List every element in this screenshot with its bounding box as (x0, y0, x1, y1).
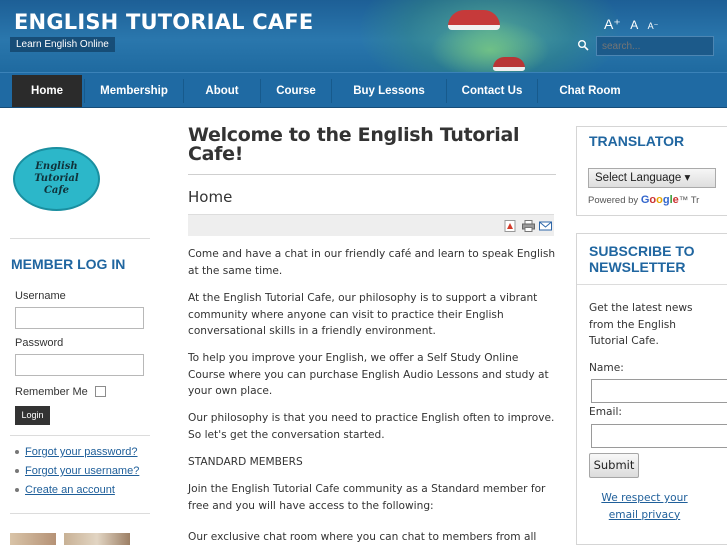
article-title: Home (188, 188, 233, 206)
article-heading: STANDARD MEMBERS (188, 456, 303, 468)
list-item: Forgot your password? (15, 446, 138, 458)
password-input[interactable] (15, 354, 144, 376)
google-logo[interactable]: Google (641, 194, 679, 206)
newsletter-heading-line: SUBSCRIBE TO (589, 243, 695, 259)
subscribe-submit-button[interactable]: Submit (589, 453, 639, 478)
nav-about[interactable]: About (185, 75, 259, 107)
page: ENGLISH TUTORIAL CAFE Learn English Onli… (0, 0, 727, 545)
language-select[interactable]: Select Language ▾ (588, 168, 716, 188)
email-label: Email: (589, 406, 622, 418)
nav-divider (446, 79, 447, 103)
newsletter-heading-line: NEWSLETTER (589, 259, 686, 275)
privacy-link[interactable]: email privacy (609, 509, 680, 521)
site-header: ENGLISH TUTORIAL CAFE Learn English Onli… (0, 0, 727, 72)
nav-divider (331, 79, 332, 103)
nav-home[interactable]: Home (12, 75, 82, 107)
main-nav: Home Membership About Course Buy Lessons… (0, 72, 727, 108)
divider (577, 284, 727, 285)
site-title[interactable]: ENGLISH TUTORIAL CAFE (14, 10, 313, 34)
logo-wordmark: English Tutorial Cafe (15, 161, 98, 197)
newsletter-email-input[interactable] (591, 424, 727, 448)
promo-photo[interactable] (64, 533, 130, 545)
email-icon[interactable] (539, 220, 552, 232)
nav-divider (260, 79, 261, 103)
powered-by-label: Powered by (588, 195, 639, 206)
print-icon[interactable] (522, 220, 535, 232)
login-heading: MEMBER LOG IN (11, 256, 126, 272)
forgot-password-link[interactable]: Forgot your password? (25, 446, 138, 458)
article-toolbar (188, 214, 554, 236)
nav-contact-us[interactable]: Contact Us (448, 75, 536, 107)
search-icon[interactable] (577, 39, 589, 51)
chevron-down-icon: ▾ (684, 172, 691, 184)
remember-me-label: Remember Me (15, 386, 88, 398)
font-increase-button[interactable]: A⁺ (604, 16, 621, 33)
google-translate-suffix: ™ Tr (678, 195, 700, 206)
nav-divider (183, 79, 184, 103)
cafe-logo[interactable]: English Tutorial Cafe (11, 134, 102, 224)
bullet-icon (15, 469, 19, 474)
bullet-icon (15, 450, 19, 455)
search-input[interactable] (596, 36, 714, 56)
privacy-link-block: We respect your email privacy (576, 490, 713, 523)
login-button[interactable]: Login (15, 406, 50, 425)
nav-divider (537, 79, 538, 103)
logo-text-line: Tutorial (34, 173, 79, 184)
article-paragraph: Our philosophy is that you need to pract… (188, 412, 555, 441)
create-account-link[interactable]: Create an account (25, 484, 115, 496)
divider (10, 238, 150, 239)
name-label: Name: (589, 362, 624, 374)
newsletter-heading: SUBSCRIBE TO NEWSLETTER (589, 243, 695, 275)
translator-heading: TRANSLATOR (589, 133, 685, 149)
list-item: Forgot your username? (15, 465, 139, 477)
santa-hat-graphic (448, 10, 500, 30)
divider (188, 174, 556, 175)
left-sidebar: English Tutorial Cafe MEMBER LOG IN User… (0, 108, 160, 545)
logo-text-line: Cafe (43, 185, 70, 196)
article-paragraph: To help you improve your English, we off… (188, 352, 549, 397)
nav-divider (84, 79, 85, 103)
font-size-controls: A⁺ A A⁻ (604, 16, 663, 34)
pdf-icon[interactable] (504, 220, 517, 232)
username-input[interactable] (15, 307, 144, 329)
santa-hat-graphic-small (493, 57, 525, 71)
newsletter-name-input[interactable] (591, 379, 727, 403)
username-label: Username (15, 290, 66, 302)
nav-membership[interactable]: Membership (86, 75, 182, 107)
article-paragraph: At the English Tutorial Cafe, our philos… (188, 292, 538, 337)
language-select-value: Select Language (595, 172, 682, 184)
remember-me-checkbox[interactable] (95, 386, 106, 397)
main-content: Welcome to the English Tutorial Cafe! Ho… (188, 108, 556, 545)
page-title: Welcome to the English Tutorial Cafe! (188, 124, 520, 165)
bullet-icon (15, 488, 19, 493)
font-reset-button[interactable]: A (630, 18, 638, 32)
nav-buy-lessons[interactable]: Buy Lessons (333, 75, 445, 107)
forgot-username-link[interactable]: Forgot your username? (25, 465, 139, 477)
divider (10, 435, 150, 436)
logo-badge: English Tutorial Cafe (13, 147, 100, 211)
powered-by-google: Powered by Google™ Tr (588, 194, 699, 206)
right-sidebar: TRANSLATOR Select Language ▾ Powered by … (576, 108, 727, 545)
promo-photo[interactable] (10, 533, 56, 545)
article-paragraph: Our exclusive chat room where you can ch… (188, 531, 537, 543)
password-label: Password (15, 337, 64, 349)
article-paragraph: Join the English Tutorial Cafe community… (188, 483, 546, 512)
font-decrease-button[interactable]: A⁻ (648, 21, 659, 32)
site-tagline: Learn English Online (10, 37, 115, 52)
nav-course[interactable]: Course (262, 75, 330, 107)
logo-text-line: English (35, 161, 78, 172)
list-item: Create an account (15, 484, 115, 496)
newsletter-description: Get the latest news from the English Tut… (589, 302, 693, 347)
nav-chat-room[interactable]: Chat Room (539, 75, 641, 107)
divider (10, 513, 150, 514)
privacy-link[interactable]: We respect your (601, 492, 687, 504)
article-paragraph: Come and have a chat in our friendly caf… (188, 248, 556, 277)
